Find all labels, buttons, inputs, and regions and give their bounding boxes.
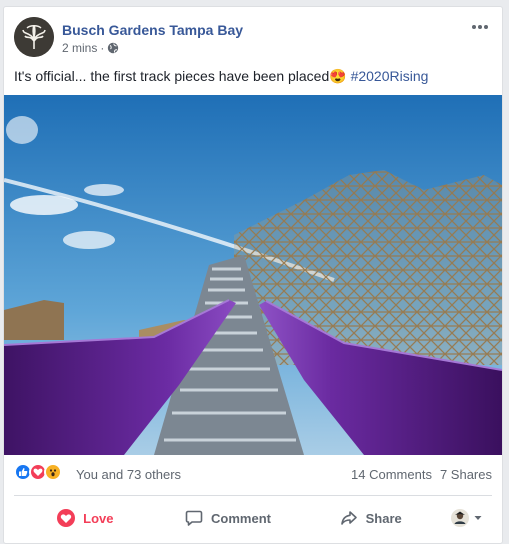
meta-separator: ·: [100, 41, 105, 55]
heart-eyes-emoji: 😍: [329, 68, 347, 84]
hashtag-link[interactable]: #2020Rising: [351, 68, 429, 84]
comment-button[interactable]: Comment: [157, 501, 300, 535]
post-header: Busch Gardens Tampa Bay 2 mins ·: [14, 17, 492, 61]
reaction-summary[interactable]: You and 73 others: [76, 467, 181, 482]
comment-label: Comment: [211, 510, 271, 526]
busch-gardens-logo-icon: [14, 17, 54, 57]
post-card: Busch Gardens Tampa Bay 2 mins · It's of…: [3, 6, 503, 544]
post-actions: Love Comment Share: [14, 501, 492, 535]
comment-icon: [185, 510, 203, 526]
profile-avatar-icon: [451, 509, 470, 527]
reaction-icons[interactable]: [14, 463, 62, 481]
post-photo[interactable]: [4, 95, 502, 455]
actions-divider: [14, 495, 492, 496]
post-meta: 2 mins ·: [62, 41, 119, 55]
post-message-text: It's official... the first track pieces …: [14, 68, 330, 84]
wow-reaction-icon: [44, 463, 62, 481]
post-message: It's official... the first track pieces …: [14, 67, 492, 85]
more-dots-icon: [472, 25, 488, 29]
share-label: Share: [365, 510, 402, 526]
roller-coaster-photo: [4, 95, 502, 455]
post-timestamp[interactable]: 2 mins: [62, 41, 97, 55]
more-options-button[interactable]: [470, 19, 490, 35]
engagement-counts: 14 Comments 7 Shares: [351, 467, 492, 482]
share-button[interactable]: Share: [299, 501, 442, 535]
shares-count[interactable]: 7 Shares: [440, 467, 492, 482]
globe-icon[interactable]: [107, 42, 119, 54]
love-icon: [57, 509, 76, 527]
chevron-down-icon: [474, 516, 482, 520]
post-as-selector[interactable]: [442, 501, 492, 535]
comments-count[interactable]: 14 Comments: [351, 467, 432, 482]
love-label: Love: [83, 510, 114, 526]
share-icon: [340, 511, 357, 525]
love-button[interactable]: Love: [14, 501, 157, 535]
post-stats: You and 73 others 14 Comments 7 Shares: [14, 463, 492, 487]
page-name-link[interactable]: Busch Gardens Tampa Bay: [62, 22, 243, 38]
page-avatar[interactable]: [14, 17, 54, 57]
